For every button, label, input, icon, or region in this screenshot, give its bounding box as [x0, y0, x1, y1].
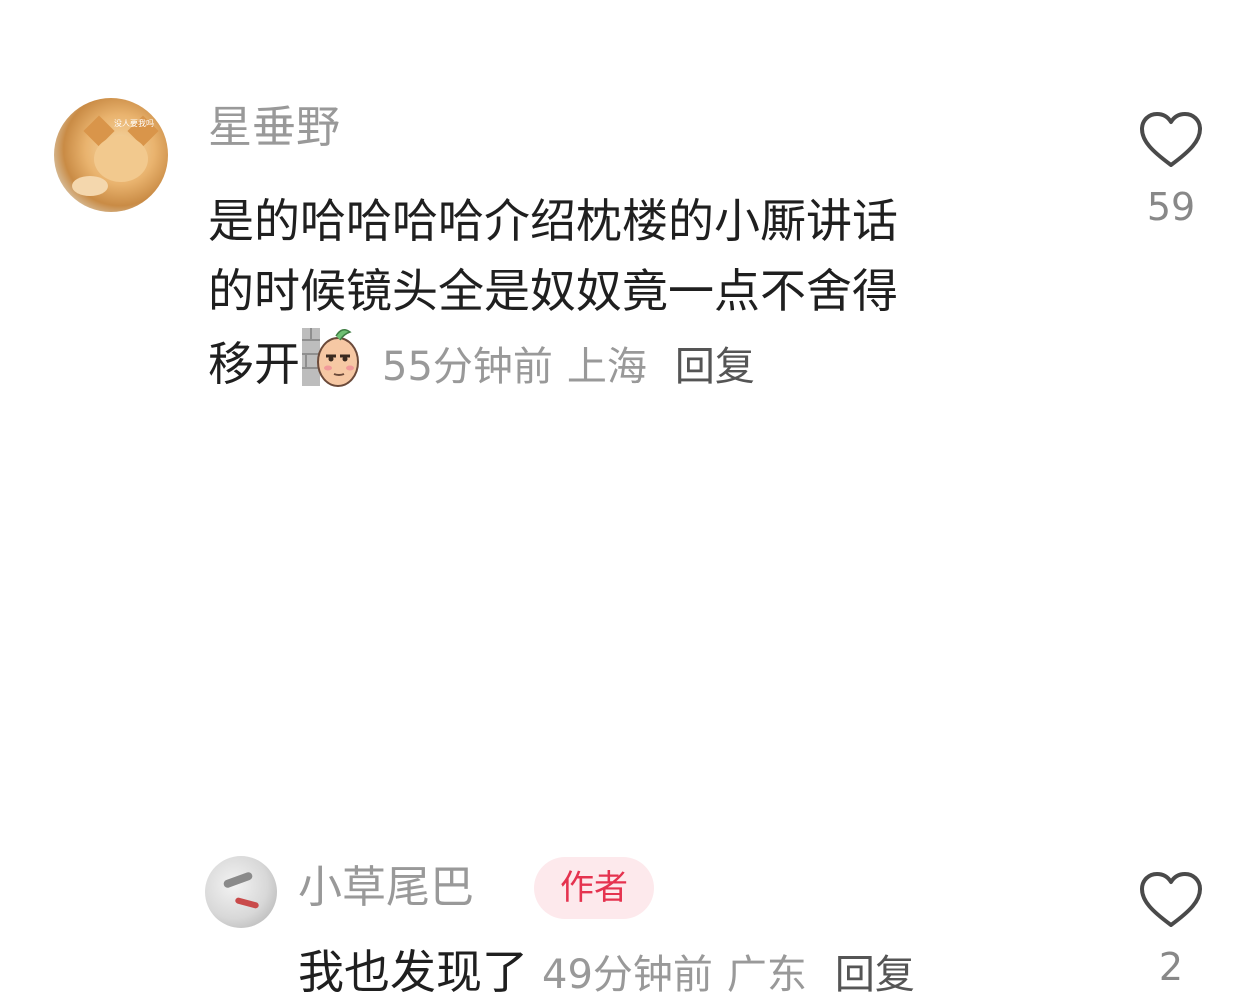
reply-button[interactable]: 回复	[835, 952, 915, 998]
reply-item: 小草尾巴 作者 我也发现了 49分钟前 广东 回复 2	[0, 420, 1260, 999]
comment-text[interactable]: 我也发现了 49分钟前 广东 回复	[298, 940, 915, 1007]
like-button[interactable]: 59	[1136, 110, 1206, 226]
heart-outline-icon	[1140, 872, 1202, 927]
comment-time: 55分钟前	[382, 344, 553, 390]
comment-text-line: 我也发现了	[298, 945, 528, 999]
like-button[interactable]: 2	[1136, 870, 1206, 986]
peeking-sticker-icon	[300, 326, 362, 388]
comment-username[interactable]: 星垂野	[208, 106, 340, 150]
comment-last-line: 移开 55分钟前 上海回复	[208, 326, 1048, 396]
reply-button[interactable]: 回复	[675, 344, 755, 390]
comment-text-line: 的时候镜头全是奴奴竟一点不舍得	[208, 264, 898, 318]
like-count: 2	[1158, 945, 1184, 989]
comment-text-line: 移开	[208, 337, 300, 391]
comment-text-line: 是的哈哈哈哈介绍枕楼的小厮讲话	[208, 194, 898, 248]
user-avatar[interactable]	[205, 856, 277, 928]
like-count: 59	[1146, 185, 1196, 229]
comment-item: 没人要我吗 星垂野 是的哈哈哈哈介绍枕楼的小厮讲话 的时候镜头全是奴奴竟一点不舍…	[0, 0, 1260, 420]
heart-outline-icon	[1140, 112, 1202, 167]
comment-location: 上海	[566, 344, 647, 390]
comment-text[interactable]: 是的哈哈哈哈介绍枕楼的小厮讲话 的时候镜头全是奴奴竟一点不舍得 移开 55分钟前…	[208, 186, 1048, 396]
avatar-caption: 没人要我吗	[114, 119, 154, 128]
user-avatar[interactable]: 没人要我吗	[54, 98, 168, 212]
comment-username[interactable]: 小草尾巴	[298, 866, 474, 910]
author-badge: 作者	[534, 857, 654, 919]
comment-time: 49分钟前	[542, 952, 713, 998]
comment-location: 广东	[726, 952, 807, 998]
